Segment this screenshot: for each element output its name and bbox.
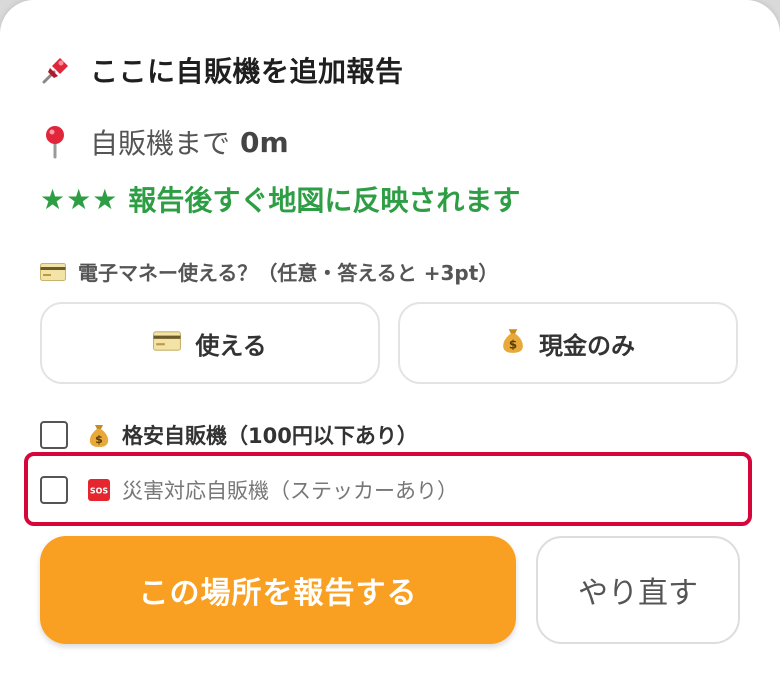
- question-text: 電子マネー使える？（任意・答えると +3pt）: [78, 260, 499, 285]
- cheap-vending-checkbox[interactable]: [40, 421, 68, 449]
- emoney-yes-label: 使える: [195, 331, 267, 360]
- distance-value: 0m: [240, 125, 289, 159]
- money-bag-icon: $: [88, 422, 110, 448]
- cheap-vending-option[interactable]: $ 格安自販機（100円以下あり）: [40, 418, 418, 452]
- cash-only-label: 現金のみ: [539, 331, 635, 360]
- cheap-vending-label: 格安自販機（100円以下あり）: [122, 424, 418, 448]
- credit-card-icon: [40, 262, 66, 281]
- status-message: ★★★ 報告後すぐ地図に反映されます: [40, 178, 520, 220]
- money-bag-icon: $: [501, 326, 525, 360]
- rating-stars: ★★★: [40, 182, 119, 216]
- disaster-vending-checkbox[interactable]: [40, 476, 68, 504]
- disaster-vending-label: 災害対応自販機（ステッカーあり）: [122, 479, 458, 503]
- sheet-header: ここに自販機を追加報告: [40, 50, 404, 90]
- sos-icon: SOS: [88, 479, 110, 501]
- emoney-question: 電子マネー使える？（任意・答えると +3pt）: [40, 256, 498, 286]
- redo-button[interactable]: やり直す: [536, 536, 740, 644]
- disaster-vending-option[interactable]: SOS 災害対応自販機（ステッカーあり）: [40, 473, 458, 507]
- distance-label: 自販機まで: [90, 127, 231, 160]
- svg-text:$: $: [95, 433, 103, 446]
- map-pin-icon: [42, 125, 68, 159]
- cash-only-button[interactable]: $ 現金のみ: [398, 302, 738, 384]
- svg-text:$: $: [509, 338, 517, 352]
- report-sheet: ここに自販機を追加報告 自販機まで 0m ★★★ 報告後すぐ地図に反映されます …: [0, 0, 780, 700]
- svg-text:SOS: SOS: [90, 487, 109, 496]
- pushpin-icon: [40, 54, 72, 86]
- status-text: 報告後すぐ地図に反映されます: [128, 184, 521, 217]
- submit-report-button[interactable]: この場所を報告する: [40, 536, 516, 644]
- emoney-yes-button[interactable]: 使える: [40, 302, 380, 384]
- credit-card-icon: [153, 329, 182, 357]
- page-title: ここに自販機を追加報告: [90, 55, 404, 88]
- distance-indicator: 自販機まで 0m: [42, 122, 289, 162]
